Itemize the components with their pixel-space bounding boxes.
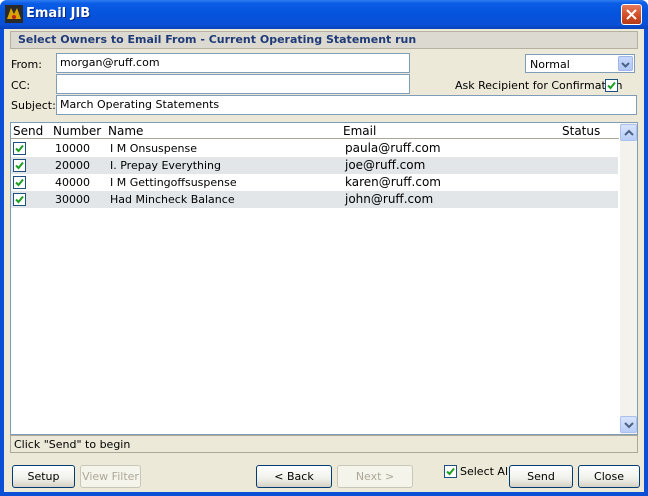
send-checkbox[interactable] xyxy=(13,142,26,155)
from-field[interactable]: morgan@ruff.com xyxy=(56,53,410,73)
checkmark-icon xyxy=(15,161,24,170)
row-name: I M Gettingoffsuspense xyxy=(110,176,237,189)
cc-label: CC: xyxy=(11,79,31,92)
send-checkbox[interactable] xyxy=(13,159,26,172)
instruction-banner: Select Owners to Email From - Current Op… xyxy=(10,31,638,49)
confirm-checkbox[interactable] xyxy=(605,79,618,92)
checkmark-icon xyxy=(446,467,455,476)
row-number: 30000 xyxy=(55,193,90,206)
title-bar[interactable]: Email JIB xyxy=(0,0,648,29)
scroll-up-button[interactable] xyxy=(620,124,637,141)
select-all-label[interactable]: Select All xyxy=(460,465,511,478)
cc-field[interactable] xyxy=(56,74,410,94)
window-close-button[interactable] xyxy=(621,4,642,25)
status-text: Click "Send" to begin xyxy=(14,438,131,451)
checkmark-icon xyxy=(15,144,24,153)
table-row[interactable]: 30000 Had Mincheck Balance john@ruff.com xyxy=(11,191,618,208)
close-icon xyxy=(626,9,637,20)
chevron-up-icon xyxy=(624,129,634,136)
row-email: joe@ruff.com xyxy=(345,158,426,172)
column-header-number[interactable]: Number xyxy=(53,124,101,138)
window-title: Email JIB xyxy=(26,6,91,21)
table-row[interactable]: 40000 I M Gettingoffsuspense karen@ruff.… xyxy=(11,174,618,191)
dialog-body: Select Owners to Email From - Current Op… xyxy=(4,29,644,492)
view-filter-button[interactable]: View Filter xyxy=(80,465,141,488)
vertical-scrollbar[interactable] xyxy=(620,123,637,434)
chevron-down-icon xyxy=(624,422,634,429)
confirm-label: Ask Recipient for Confirmation xyxy=(455,79,623,92)
from-label: From: xyxy=(11,58,42,71)
chevron-down-icon xyxy=(621,62,630,68)
instruction-text: Select Owners to Email From - Current Op… xyxy=(18,33,417,46)
send-checkbox[interactable] xyxy=(13,193,26,206)
email-jib-window: Email JIB Select Owners to Email From - … xyxy=(0,0,648,496)
back-button[interactable]: < Back xyxy=(256,465,332,488)
row-email: karen@ruff.com xyxy=(345,175,441,189)
dropdown-button[interactable] xyxy=(618,56,633,71)
send-checkbox[interactable] xyxy=(13,176,26,189)
table-row[interactable]: 20000 I. Prepay Everything joe@ruff.com xyxy=(11,157,618,174)
row-name: Had Mincheck Balance xyxy=(110,193,235,206)
subject-label: Subject: xyxy=(11,99,56,112)
row-number: 20000 xyxy=(55,159,90,172)
column-header-name[interactable]: Name xyxy=(108,124,143,138)
priority-value: Normal xyxy=(530,58,570,71)
row-name: I M Onsuspense xyxy=(110,142,198,155)
send-button[interactable]: Send xyxy=(509,465,573,488)
priority-select[interactable]: Normal xyxy=(525,54,635,73)
grid-header: Send Number Name Email Status xyxy=(11,123,619,139)
setup-button[interactable]: Setup xyxy=(12,465,75,488)
status-bar: Click "Send" to begin xyxy=(10,435,638,453)
column-header-email[interactable]: Email xyxy=(343,124,376,138)
row-email: paula@ruff.com xyxy=(345,141,441,155)
checkmark-icon xyxy=(15,178,24,187)
owners-grid[interactable]: Send Number Name Email Status 10000 I M … xyxy=(10,122,638,435)
row-name: I. Prepay Everything xyxy=(110,159,222,172)
row-number: 40000 xyxy=(55,176,90,189)
checkmark-icon xyxy=(607,81,616,90)
subject-field[interactable]: March Operating Statements xyxy=(56,95,637,115)
scroll-down-button[interactable] xyxy=(620,416,637,433)
checkmark-icon xyxy=(15,195,24,204)
next-button[interactable]: Next > xyxy=(337,465,413,488)
table-row[interactable]: 10000 I M Onsuspense paula@ruff.com xyxy=(11,140,618,157)
column-header-status[interactable]: Status xyxy=(562,124,600,138)
select-all-checkbox[interactable] xyxy=(444,465,457,478)
row-number: 10000 xyxy=(55,142,90,155)
column-header-send[interactable]: Send xyxy=(13,124,43,138)
app-logo-icon xyxy=(5,5,23,23)
row-email: john@ruff.com xyxy=(345,192,434,206)
close-button[interactable]: Close xyxy=(578,465,640,488)
